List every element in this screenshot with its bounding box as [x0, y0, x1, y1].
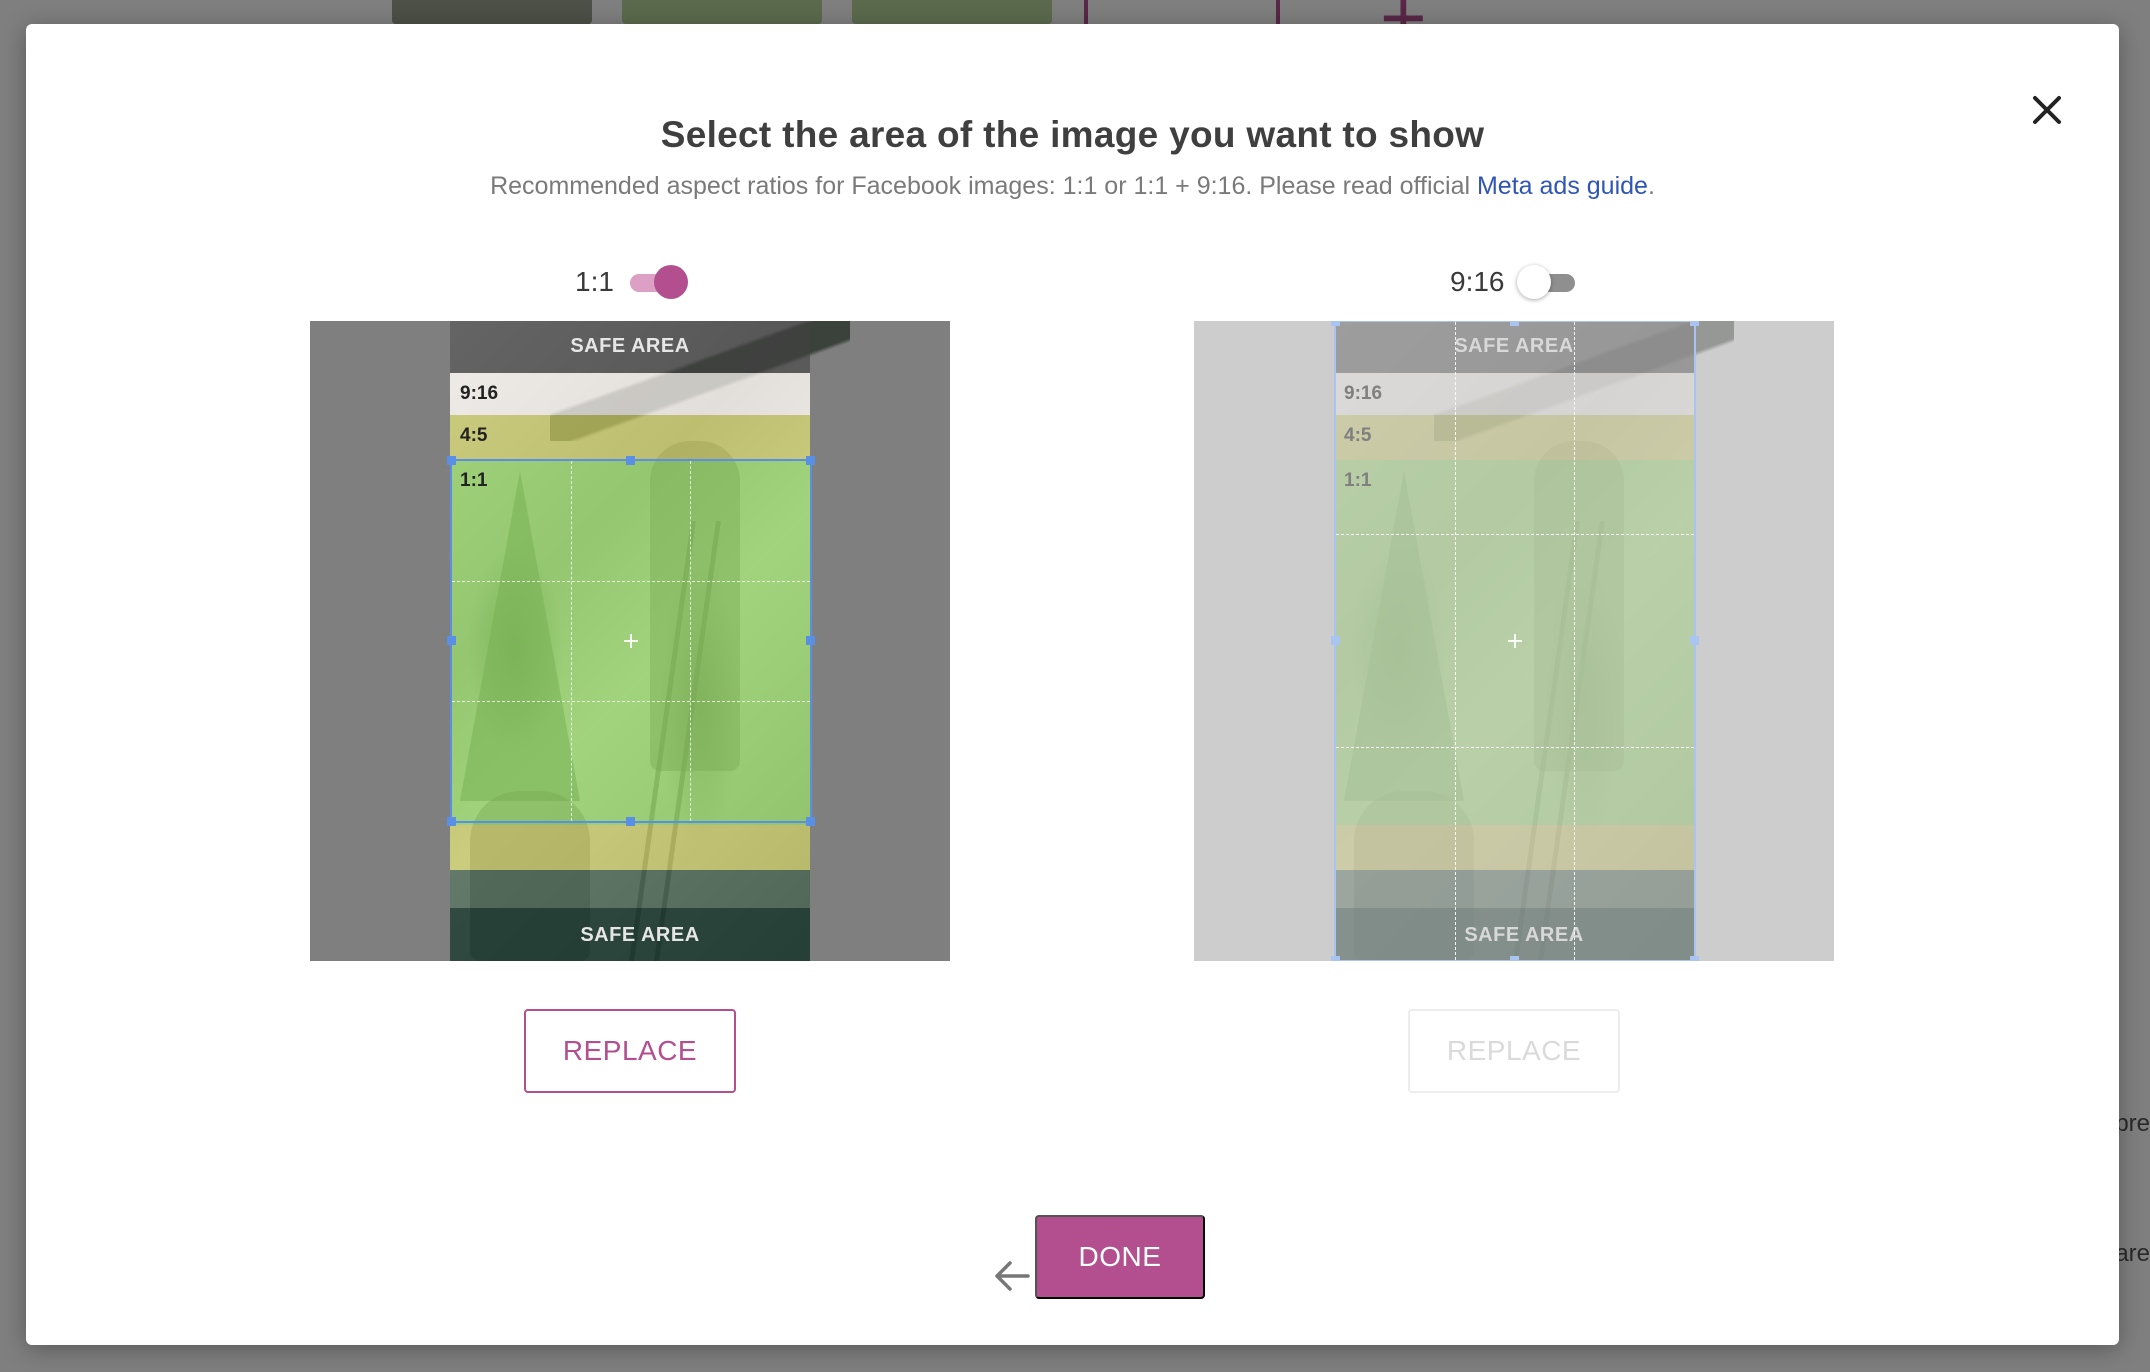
toggle-label: 9:16 [1450, 266, 1505, 297]
ratio-toggle-9-16: 9:16 [1450, 265, 1577, 299]
switch-knob [653, 265, 688, 299]
resize-handle[interactable] [447, 636, 456, 645]
toggle-label: 1:1 [575, 266, 614, 297]
resize-handle[interactable] [1510, 956, 1519, 961]
replace-button-9-16[interactable]: REPLACE [1408, 1009, 1620, 1093]
ratio-toggle-1-1: 1:1 [575, 265, 688, 299]
safe-area-label: SAFE AREA [580, 924, 700, 946]
crop-canvas-1-1: SAFE AREA 9:16 4:5 1:1 SAFE AREA [310, 321, 950, 961]
subtitle-text: Recommended aspect ratios for Facebook i… [490, 172, 1477, 200]
safe-area-top: SAFE AREA [450, 321, 810, 373]
resize-handle[interactable] [626, 817, 635, 826]
resize-handle[interactable] [626, 456, 635, 465]
close-button[interactable] [2021, 84, 2073, 136]
toggle-switch-1-1[interactable] [628, 265, 688, 299]
resize-handle[interactable] [806, 817, 815, 826]
crop-modal: Select the area of the image you want to… [26, 24, 2119, 1345]
ratio-band-4-5-bottom [450, 825, 810, 870]
subtitle-end: . [1647, 172, 1655, 200]
crop-canvas-9-16: SAFE AREA 9:16 4:5 1:1 SAFE AREA [1194, 321, 1834, 961]
resize-handle[interactable] [1690, 636, 1699, 645]
ratio-band-9-16: 9:16 [450, 373, 810, 415]
crop-selection-box[interactable] [447, 456, 815, 826]
safe-area-bottom: SAFE AREA [450, 908, 810, 961]
ratio-band-4-5: 4:5 [450, 415, 810, 460]
band-label: 9:16 [460, 383, 499, 404]
resize-handle[interactable] [447, 817, 456, 826]
band-label: 4:5 [460, 425, 488, 446]
arrow-left-icon [995, 1261, 1030, 1291]
resize-handle[interactable] [806, 636, 815, 645]
crosshair-icon [624, 634, 638, 648]
close-icon [2033, 96, 2061, 124]
crosshair-icon [1508, 634, 1522, 648]
modal-title: Select the area of the image you want to… [660, 114, 1485, 155]
resize-handle[interactable] [806, 456, 815, 465]
done-button[interactable]: DONE [1035, 1215, 1205, 1299]
modal-subtitle: Recommended aspect ratios for Facebook i… [26, 172, 2119, 201]
resize-handle[interactable] [1690, 956, 1699, 961]
switch-knob [1516, 265, 1551, 299]
resize-handle[interactable] [447, 456, 456, 465]
ratio-band-9-16-bottom [450, 870, 810, 908]
back-button[interactable] [992, 1256, 1036, 1300]
resize-handle[interactable] [1331, 321, 1340, 326]
resize-handle[interactable] [1690, 321, 1699, 326]
safe-area-label: SAFE AREA [570, 335, 690, 357]
replace-button-1-1[interactable]: REPLACE [524, 1009, 736, 1093]
toggle-switch-9-16[interactable] [1516, 265, 1577, 299]
resize-handle[interactable] [1331, 956, 1340, 961]
resize-handle[interactable] [1331, 636, 1340, 645]
meta-ads-guide-link[interactable]: Meta ads guide [1477, 172, 1648, 200]
crop-selection-box[interactable] [1331, 321, 1699, 961]
resize-handle[interactable] [1510, 321, 1519, 326]
